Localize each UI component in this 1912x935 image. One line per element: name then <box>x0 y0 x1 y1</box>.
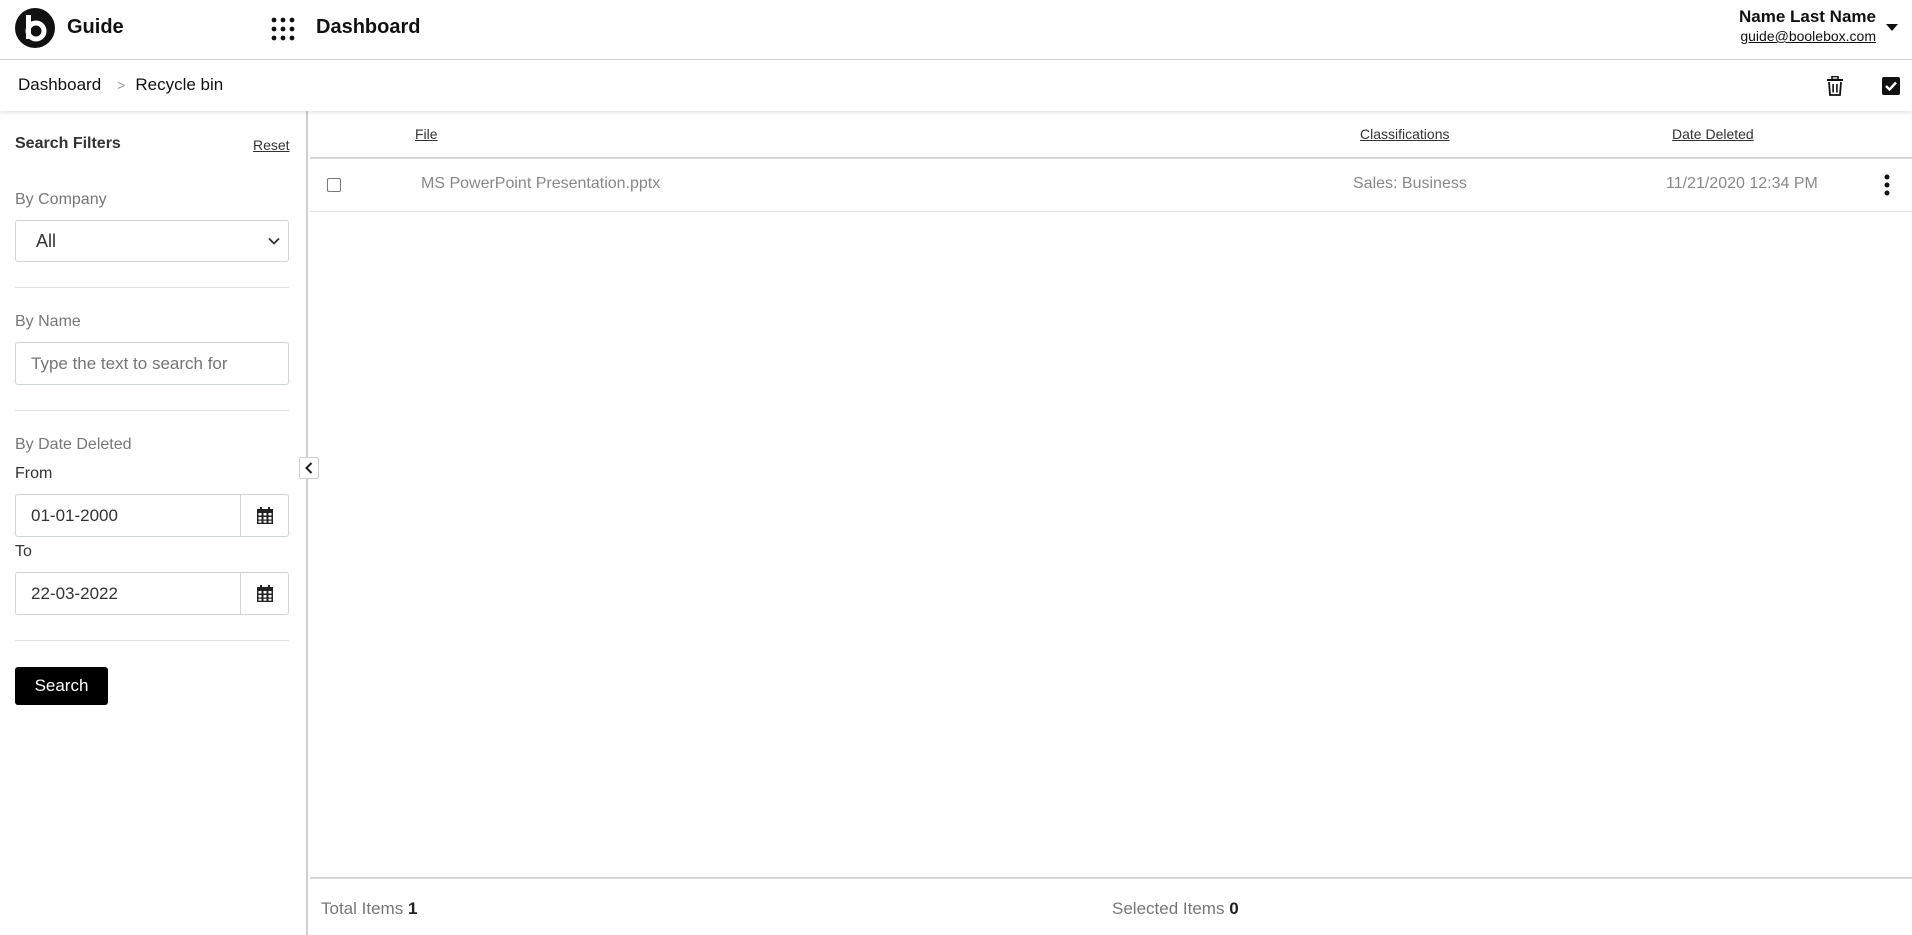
selected-items-label: Selected Items <box>1112 899 1225 918</box>
column-header-date-deleted[interactable]: Date Deleted <box>1672 126 1754 142</box>
divider <box>15 410 289 411</box>
apps-grid-icon[interactable] <box>270 16 296 42</box>
filters-title: Search Filters <box>15 135 121 152</box>
chevron-left-icon[interactable] <box>299 457 319 479</box>
selected-items-value: 0 <box>1229 899 1239 918</box>
company-filter-label: By Company <box>15 191 107 208</box>
to-label: To <box>15 543 32 560</box>
date-filter-label: By Date Deleted <box>15 436 132 453</box>
calendar-icon[interactable] <box>240 572 289 615</box>
user-menu[interactable]: Name Last Name guide@boolebox.com <box>1739 7 1876 45</box>
from-label: From <box>15 465 53 482</box>
top-header: Guide Dashboard Name Last Name guide@boo… <box>0 0 1912 60</box>
divider <box>15 287 289 288</box>
filters-sidebar: Search Filters Reset By Company All By N… <box>0 111 308 935</box>
name-filter-label: By Name <box>15 313 81 330</box>
toolbar-actions <box>1822 73 1912 99</box>
total-items-label: Total Items <box>321 899 404 918</box>
breadcrumb-bar: Dashboard > Recycle bin <box>0 61 1912 111</box>
breadcrumb-dashboard-link[interactable]: Dashboard <box>18 75 101 95</box>
user-name: Name Last Name <box>1738 7 1876 26</box>
breadcrumb: Dashboard > Recycle bin <box>18 75 223 95</box>
table-footer: Total Items 1 Selected Items 0 <box>310 877 1912 935</box>
table-row[interactable]: MS PowerPoint Presentation.pptx Sales: B… <box>310 159 1912 212</box>
company-select[interactable]: All <box>15 220 289 262</box>
column-header-classifications[interactable]: Classifications <box>1360 126 1449 142</box>
table-header: File Classifications Date Deleted <box>310 111 1912 159</box>
classification-cell: Sales: Business <box>1353 175 1467 192</box>
company-select-value: All <box>36 231 57 251</box>
breadcrumb-current: Recycle bin <box>135 75 224 94</box>
user-email-link[interactable]: guide@boolebox.com <box>1739 27 1876 45</box>
search-button[interactable]: Search <box>15 667 108 705</box>
calendar-icon[interactable] <box>240 494 289 537</box>
checkbox-checked-icon[interactable] <box>1878 73 1904 99</box>
chevron-down-icon <box>268 237 280 245</box>
page-title: Dashboard <box>316 16 421 38</box>
to-date-input[interactable]: 22-03-2022 <box>15 572 241 615</box>
name-search-input[interactable] <box>15 342 289 385</box>
file-name-cell[interactable]: MS PowerPoint Presentation.pptx <box>421 175 660 193</box>
total-items-value: 1 <box>407 899 418 918</box>
recycle-bin-table: File Classifications Date Deleted MS Pow… <box>310 111 1912 935</box>
more-vertical-icon[interactable] <box>1877 173 1897 197</box>
total-items: Total Items 1 <box>321 899 417 919</box>
caret-down-icon[interactable] <box>1886 24 1898 31</box>
divider <box>15 640 289 641</box>
date-deleted-cell: 11/21/2020 12:34 PM <box>1666 175 1818 192</box>
breadcrumb-separator: > <box>117 77 126 93</box>
reset-filters-link[interactable]: Reset <box>253 137 290 153</box>
trash-icon[interactable] <box>1822 73 1848 99</box>
column-header-file[interactable]: File <box>415 126 438 142</box>
from-date-input[interactable]: 01-01-2000 <box>15 494 241 537</box>
app-name: Guide <box>67 16 124 38</box>
selected-items: Selected Items 0 <box>1112 899 1239 919</box>
row-checkbox[interactable] <box>327 178 341 192</box>
boolebox-logo-icon[interactable] <box>15 8 55 48</box>
